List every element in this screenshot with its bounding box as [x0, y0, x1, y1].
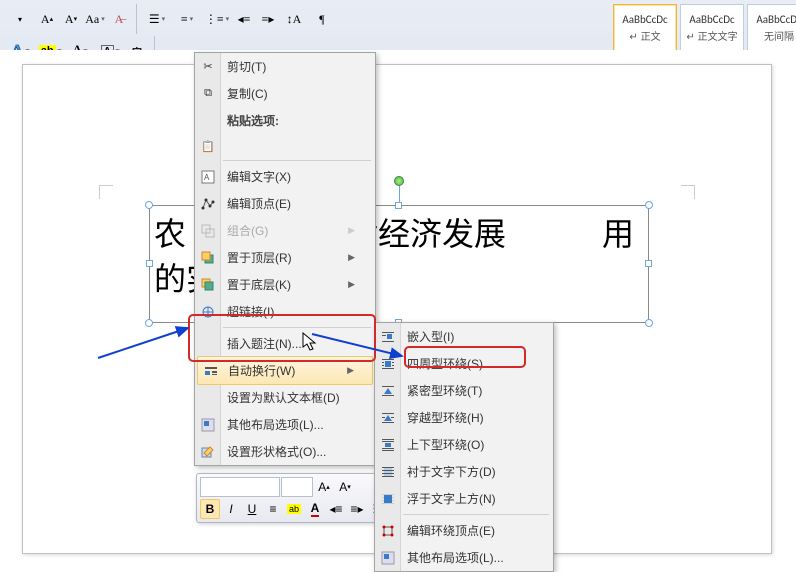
increase-font-icon[interactable]: A▴: [36, 8, 58, 30]
decrease-font-icon[interactable]: A▾: [60, 8, 82, 30]
submenu-behind[interactable]: 衬于文字下方(D): [375, 458, 553, 485]
bring-front-icon: [199, 249, 217, 267]
resize-handle[interactable]: [146, 260, 153, 267]
menu-edit-text[interactable]: A 编辑文字(X): [195, 163, 375, 190]
menu-cut[interactable]: ✂ 剪切(T): [195, 53, 375, 80]
style-sample: AaBbCcDc: [689, 13, 734, 26]
menu-insert-caption[interactable]: 插入题注(N)...: [195, 330, 375, 357]
layout-icon: [199, 416, 217, 434]
mini-highlight-icon[interactable]: ab: [284, 499, 304, 519]
menu-paste-option: 📋: [195, 134, 375, 158]
style-sample: AaBbCcDc: [756, 13, 796, 26]
style-item[interactable]: AaBbCcDc 无间隔: [747, 4, 796, 52]
numbering-icon[interactable]: ≡▾: [173, 8, 201, 30]
mini-font-size-input[interactable]: [281, 477, 313, 497]
mini-decrease-font-icon[interactable]: A▾: [335, 477, 355, 497]
wrap-front-icon: [379, 490, 397, 508]
wrap-through-icon: [379, 409, 397, 427]
edit-points-icon: [199, 195, 217, 213]
resize-handle[interactable]: [645, 201, 653, 209]
mini-increase-font-icon[interactable]: A▴: [314, 477, 334, 497]
style-label: ↵ 正文文字: [686, 28, 737, 43]
svg-text:A: A: [204, 173, 210, 182]
menu-text-wrap[interactable]: 自动换行(W)▶: [197, 356, 373, 385]
mini-italic-button[interactable]: I: [221, 499, 241, 519]
wrap-submenu: 嵌入型(I) 四周型环绕(S) 紧密型环绕(T) 穿越型环绕(H) 上下型环绕(…: [374, 322, 554, 572]
hyperlink-icon: [199, 303, 217, 321]
edit-text-icon: A: [199, 168, 217, 186]
menu-edit-points[interactable]: 编辑顶点(E): [195, 190, 375, 217]
paste-options-header: 粘贴选项:: [195, 107, 375, 134]
submenu-front[interactable]: 浮于文字上方(N): [375, 485, 553, 512]
sort-icon[interactable]: ↕A: [281, 8, 309, 30]
change-case-icon[interactable]: Aa▾: [84, 8, 106, 30]
toggle-marks-icon[interactable]: ¶: [311, 8, 333, 30]
group-icon: [199, 222, 217, 240]
paste-icon: 📋: [199, 137, 217, 155]
menu-format-shape[interactable]: 设置形状格式(O)...: [195, 438, 375, 465]
submenu-topbottom[interactable]: 上下型环绕(O): [375, 431, 553, 458]
mini-underline-button[interactable]: U: [242, 499, 262, 519]
wrap-inline-icon: [379, 328, 397, 346]
menu-other-layout[interactable]: 其他布局选项(L)...: [195, 411, 375, 438]
increase-indent-icon[interactable]: ≡▸: [257, 8, 279, 30]
resize-handle[interactable]: [645, 260, 652, 267]
mini-align-center-icon[interactable]: ≡: [263, 499, 283, 519]
mini-bold-button[interactable]: B: [200, 499, 220, 519]
resize-handle[interactable]: [145, 201, 153, 209]
rotation-handle-icon[interactable]: [394, 176, 404, 186]
scissors-icon: ✂: [199, 58, 217, 76]
wrap-square-icon: [379, 355, 397, 373]
submenu-edit-wrap-points[interactable]: 编辑环绕顶点(E): [375, 517, 553, 544]
menu-hyperlink[interactable]: 超链接(I)...: [195, 298, 375, 325]
margin-mark-icon: [681, 185, 695, 199]
mini-toolbar: A▴ A▾ B I U ≡ ab A ◂≡ ≡▸ ☰: [196, 473, 392, 523]
style-label: ↵ 正文: [629, 28, 660, 43]
resize-handle[interactable]: [145, 319, 153, 327]
wrap-tight-icon: [379, 382, 397, 400]
mini-font-color-icon[interactable]: A: [305, 499, 325, 519]
menu-bring-front[interactable]: 置于顶层(R)▶: [195, 244, 375, 271]
copy-icon: ⧉: [199, 85, 217, 103]
style-item[interactable]: AaBbCcDc ↵ 正文: [613, 4, 677, 52]
submenu-tight[interactable]: 紧密型环绕(T): [375, 377, 553, 404]
style-sample: AaBbCcDc: [622, 13, 667, 26]
mini-indent-right-icon[interactable]: ≡▸: [347, 499, 367, 519]
font-size-dropdown[interactable]: ▾: [6, 8, 34, 30]
wrap-behind-icon: [379, 463, 397, 481]
resize-handle[interactable]: [395, 202, 402, 209]
menu-default-textbox[interactable]: 设置为默认文本框(D): [195, 384, 375, 411]
wrap-topbottom-icon: [379, 436, 397, 454]
decrease-indent-icon[interactable]: ◂≡: [233, 8, 255, 30]
context-menu: ✂ 剪切(T) ⧉ 复制(C) 粘贴选项: 📋 A 编辑文字(X) 编辑顶点(E…: [194, 52, 376, 466]
style-gallery[interactable]: AaBbCcDc ↵ 正文 AaBbCcDc ↵ 正文文字 AaBbCcDc 无…: [613, 4, 796, 52]
clear-format-icon[interactable]: A̶: [108, 8, 130, 30]
submenu-through[interactable]: 穿越型环绕(H): [375, 404, 553, 431]
menu-copy[interactable]: ⧉ 复制(C): [195, 80, 375, 107]
send-back-icon: [199, 276, 217, 294]
mini-font-family-input[interactable]: [200, 477, 280, 497]
multilevel-icon[interactable]: ⋮≡▾: [203, 8, 231, 30]
bullets-icon[interactable]: ☰▾: [143, 8, 171, 30]
style-item[interactable]: AaBbCcDc ↵ 正文文字: [680, 4, 744, 52]
mini-indent-left-icon[interactable]: ◂≡: [326, 499, 346, 519]
resize-handle[interactable]: [645, 319, 653, 327]
wrap-icon: [202, 362, 220, 380]
submenu-square[interactable]: 四周型环绕(S): [375, 350, 553, 377]
style-label: 无间隔: [764, 28, 794, 43]
edit-wrap-points-icon: [379, 522, 397, 540]
margin-mark-icon: [99, 185, 113, 199]
menu-group: 组合(G)▶: [195, 217, 375, 244]
format-shape-icon: [199, 443, 217, 461]
submenu-inline[interactable]: 嵌入型(I): [375, 323, 553, 350]
menu-send-back[interactable]: 置于底层(K)▶: [195, 271, 375, 298]
